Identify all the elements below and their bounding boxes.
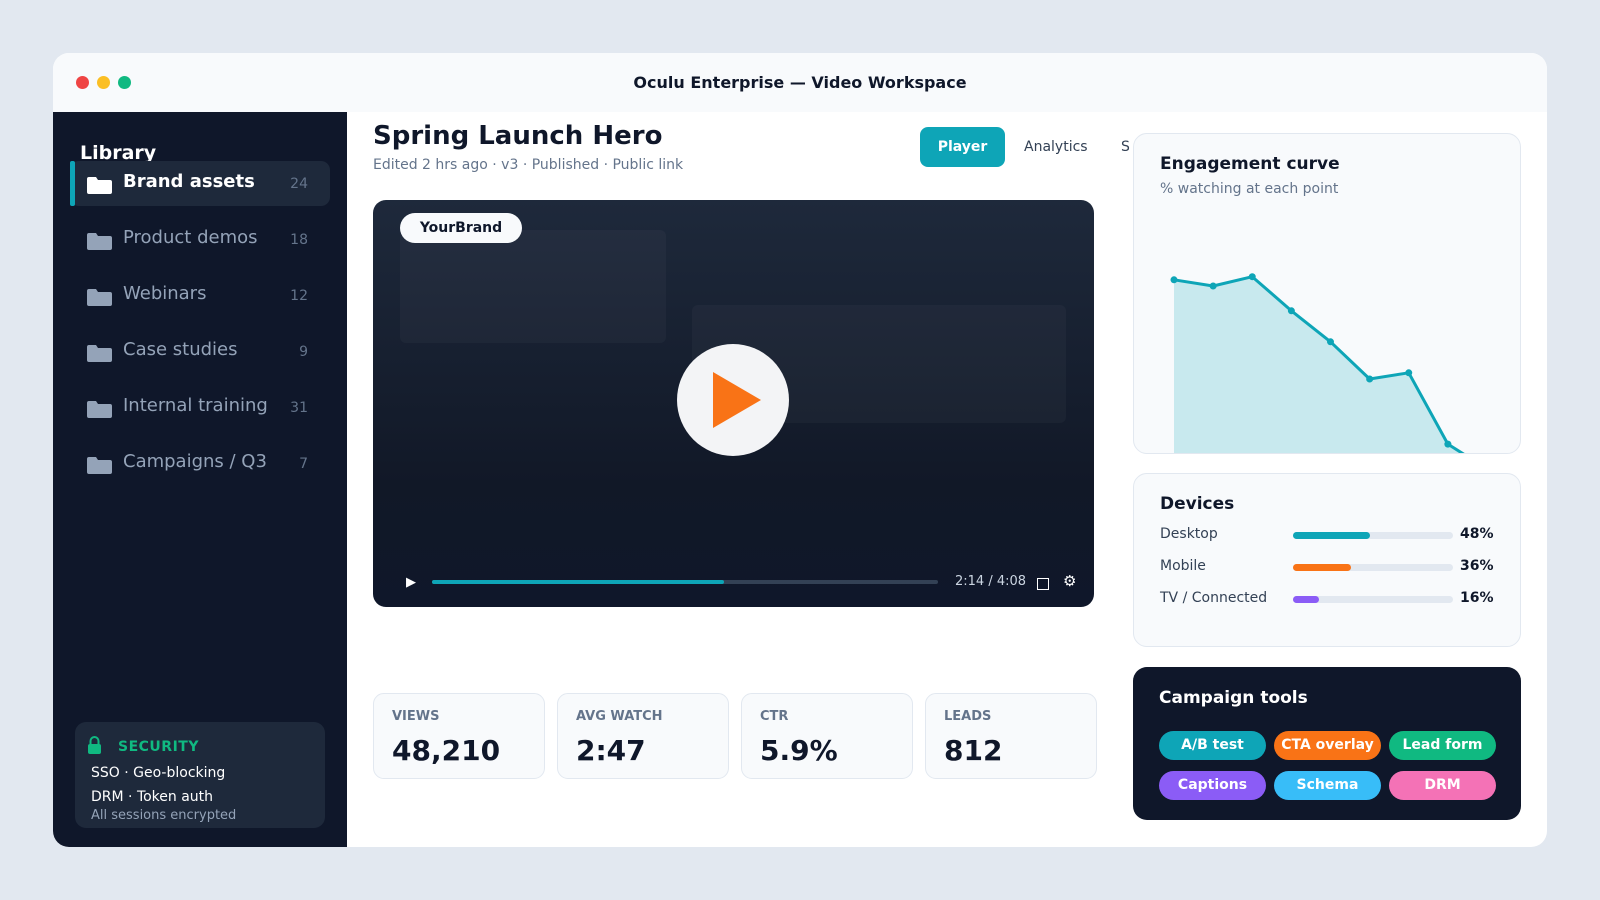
brand-watermark: YourBrand (400, 213, 522, 243)
device-row-mobile: Mobile 36% (1160, 556, 1500, 578)
engagement-point-4 (1327, 338, 1334, 346)
device-bar-fill (1293, 564, 1351, 571)
stat-label: AVG WATCH (576, 709, 663, 724)
device-bar-track (1293, 532, 1453, 539)
lock-icon (88, 736, 101, 754)
engagement-point-2 (1248, 273, 1256, 281)
chip-drm[interactable]: DRM (1389, 771, 1496, 800)
folder-icon (87, 233, 112, 250)
device-label: TV / Connected (1160, 590, 1268, 606)
device-label: Desktop (1160, 526, 1218, 542)
sidebar-item-case-studies[interactable]: Case studies 9 (70, 329, 330, 374)
security-line-drm: DRM · Token auth (91, 789, 214, 805)
play-icon (713, 372, 761, 428)
stat-card-avg-watch: AVG WATCH 2:47 (557, 693, 729, 779)
chip-ab-test[interactable]: A/B test (1159, 731, 1266, 760)
engagement-card: Engagement curve % watching at each poin… (1133, 133, 1521, 454)
devices-card: Devices Desktop 48% Mobile 36% TV / Conn… (1133, 473, 1521, 647)
device-bar-track (1293, 596, 1453, 603)
folder-icon (87, 401, 112, 418)
sidebar-item-product-demos[interactable]: Product demos 18 (70, 217, 330, 262)
engagement-point-0 (1170, 276, 1178, 284)
stat-card-leads: LEADS 812 (925, 693, 1097, 779)
devices-title: Devices (1160, 494, 1235, 514)
campaign-tools-title: Campaign tools (1159, 688, 1308, 708)
engagement-point-6 (1405, 369, 1413, 377)
folder-icon (87, 177, 112, 194)
app-window: Oculu Enterprise — Video Workspace Libra… (53, 53, 1547, 847)
sidebar-item-label: Webinars (123, 283, 207, 304)
sidebar-item-count: 9 (299, 344, 308, 360)
device-row-tv: TV / Connected 16% (1160, 588, 1500, 610)
sidebar-item-count: 18 (290, 232, 308, 248)
campaign-tools-card: Campaign tools A/B test CTA overlay Lead… (1133, 667, 1521, 820)
device-percent: 48% (1460, 526, 1494, 542)
tab-player[interactable]: Player (920, 127, 1005, 167)
sidebar-item-label: Product demos (123, 227, 258, 248)
stat-card-views: VIEWS 48,210 (373, 693, 545, 779)
active-indicator (70, 161, 75, 206)
sidebar-item-label: Brand assets (123, 171, 255, 192)
sidebar-item-internal-training[interactable]: Internal training 31 (70, 385, 330, 430)
engagement-point-5 (1366, 375, 1374, 383)
device-percent: 36% (1460, 558, 1494, 574)
engagement-point-7 (1444, 440, 1452, 448)
engagement-point-3 (1287, 307, 1295, 315)
video-player[interactable]: YourBrand ▶ 2:14 / 4:08 ⚙ (373, 200, 1094, 607)
security-title: SECURITY (118, 739, 199, 755)
stat-card-ctr: CTR 5.9% (741, 693, 913, 779)
sidebar-item-label: Case studies (123, 339, 238, 360)
engagement-chart (1170, 273, 1465, 453)
stat-value: 812 (944, 734, 1003, 767)
stat-label: LEADS (944, 709, 992, 724)
sidebar-item-campaigns-q3[interactable]: Campaigns / Q3 7 (70, 441, 330, 486)
engagement-point-1 (1209, 282, 1217, 290)
sidebar-item-count: 12 (290, 288, 308, 304)
fullscreen-icon[interactable] (1037, 578, 1049, 590)
window-title: Oculu Enterprise — Video Workspace (633, 73, 967, 92)
sidebar-item-count: 7 (299, 456, 308, 472)
page-meta: Edited 2 hrs ago · v3 · Published · Publ… (373, 157, 684, 173)
device-bar-fill (1293, 532, 1370, 539)
security-card: SECURITY SSO · Geo-blocking DRM · Token … (75, 722, 325, 828)
sidebar-item-count: 24 (290, 176, 308, 192)
folder-icon (87, 289, 112, 306)
sidebar-item-count: 31 (290, 400, 308, 416)
stat-value: 5.9% (760, 734, 838, 767)
stat-label: CTR (760, 709, 789, 724)
control-play-icon[interactable]: ▶ (406, 575, 416, 590)
tab-settings[interactable]: S (1121, 127, 1130, 167)
stat-value: 48,210 (392, 734, 501, 767)
sidebar-item-label: Campaigns / Q3 (123, 451, 267, 472)
chip-cta-overlay[interactable]: CTA overlay (1274, 731, 1381, 760)
tab-analytics[interactable]: Analytics (1024, 127, 1088, 167)
progress-scrubber[interactable] (432, 580, 938, 584)
security-line-sso: SSO · Geo-blocking (91, 765, 226, 781)
folder-icon (87, 457, 112, 474)
sidebar-item-brand-assets[interactable]: Brand assets 24 (70, 161, 330, 206)
device-percent: 16% (1460, 590, 1494, 606)
folder-icon (87, 345, 112, 362)
stat-label: VIEWS (392, 709, 440, 724)
progress-fill (432, 580, 725, 584)
title-bar: Oculu Enterprise — Video Workspace (53, 53, 1547, 112)
security-note: All sessions encrypted (91, 808, 237, 823)
gear-icon[interactable]: ⚙ (1063, 572, 1076, 590)
stat-value: 2:47 (576, 734, 646, 767)
device-label: Mobile (1160, 558, 1206, 574)
video-frame-shape (400, 230, 666, 343)
sidebar-item-label: Internal training (123, 395, 268, 416)
chip-lead-form[interactable]: Lead form (1389, 731, 1496, 760)
sidebar-item-webinars[interactable]: Webinars 12 (70, 273, 330, 318)
chip-schema[interactable]: Schema (1274, 771, 1381, 800)
chip-captions[interactable]: Captions (1159, 771, 1266, 800)
device-row-desktop: Desktop 48% (1160, 524, 1500, 546)
device-bar-fill (1293, 596, 1319, 603)
play-button[interactable] (677, 344, 789, 456)
device-bar-track (1293, 564, 1453, 571)
time-display: 2:14 / 4:08 (955, 574, 1027, 589)
page-title: Spring Launch Hero (373, 121, 663, 151)
sidebar: Library Brand assets 24 Product demos 18… (53, 112, 347, 847)
